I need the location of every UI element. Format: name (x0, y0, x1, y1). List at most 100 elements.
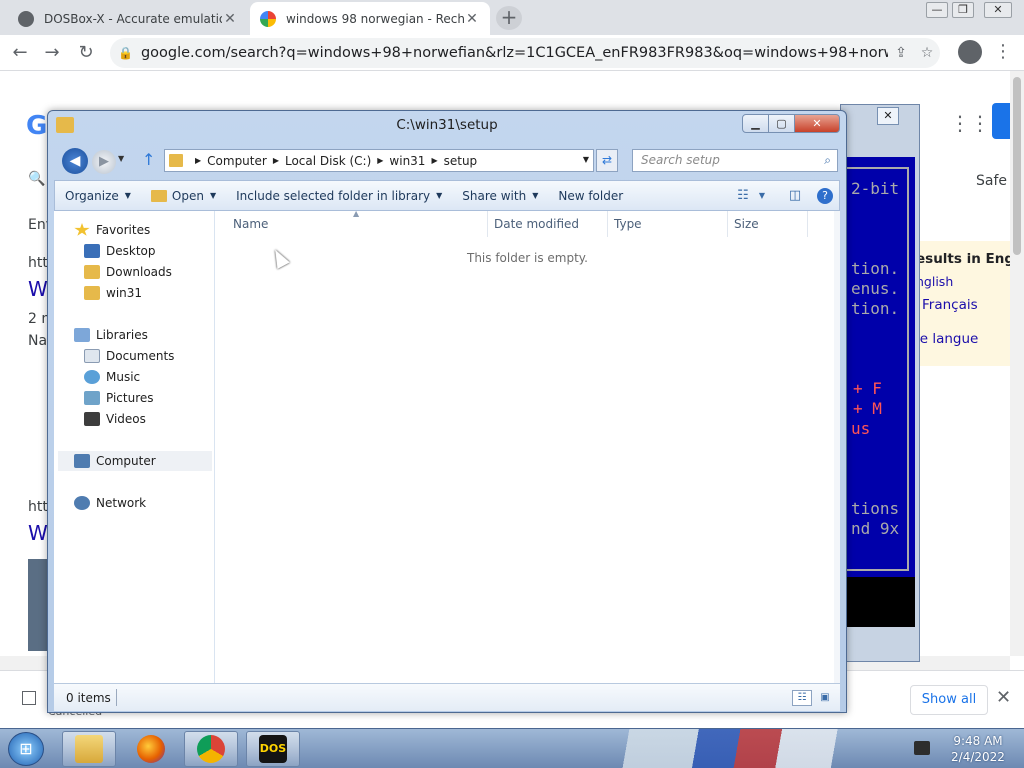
dosbox-window[interactable]: ✕ 2-bit tion. enus. tion. + F + M us tio… (840, 104, 920, 662)
language-link[interactable]: le langue (916, 331, 978, 347)
close-window-button[interactable]: ✕ (984, 2, 1012, 18)
column-divider[interactable] (487, 211, 488, 237)
new-folder-button[interactable]: New folder (548, 189, 633, 203)
up-arrow-icon[interactable]: ↑ (142, 150, 155, 169)
breadcrumb[interactable]: ▶ Computer ▶ Local Disk (C:) ▶ win31 ▶ s… (164, 149, 594, 172)
details-view-icon[interactable]: ☷ (792, 690, 812, 706)
language-link[interactable]: nglish (916, 274, 953, 289)
close-button[interactable]: ✕ (794, 114, 840, 133)
bookmark-star-icon[interactable]: ☆ (914, 45, 940, 61)
result-link[interactable]: W (28, 521, 48, 545)
address-bar[interactable]: 🔒 google.com/search?q=windows+98+norwefi… (110, 38, 940, 68)
chevron-down-icon: ▼ (124, 191, 131, 200)
sidebar-item-videos[interactable]: Videos (84, 409, 146, 429)
start-button[interactable]: ⊞ (8, 732, 44, 766)
new-tab-button[interactable]: + (496, 6, 522, 30)
network-icon (74, 496, 90, 510)
page-scrollbar[interactable] (1010, 71, 1024, 656)
search-icon[interactable]: ⌕ (824, 150, 831, 171)
show-all-button[interactable]: Show all (910, 685, 988, 715)
sidebar-item-network[interactable]: Network (74, 493, 146, 513)
sidebar-item-music[interactable]: Music (84, 367, 140, 387)
tab-google-search[interactable]: windows 98 norwegian - Recherc ✕ (250, 2, 490, 35)
apps-grid-icon[interactable]: ⋮⋮ (950, 111, 990, 135)
maximize-button[interactable]: ❐ (952, 2, 974, 18)
taskbar-explorer-button[interactable] (62, 731, 116, 767)
share-with-button[interactable]: Share with ▼ (452, 189, 548, 203)
chevron-down-icon[interactable]: ▼ (583, 155, 589, 164)
taskbar-chrome-button[interactable] (184, 731, 238, 767)
forward-arrow-icon[interactable]: → (40, 41, 64, 65)
breadcrumb-win31[interactable]: win31 (389, 154, 425, 168)
reload-icon[interactable]: ↻ (74, 41, 98, 65)
taskbar-dosbox-button[interactable]: DOS (246, 731, 300, 767)
breadcrumb-setup[interactable]: setup (444, 154, 478, 168)
breadcrumb-local-disk[interactable]: Local Disk (C:) (285, 154, 371, 168)
column-date-modified[interactable]: Date modified (494, 217, 579, 231)
include-in-library-button[interactable]: Include selected folder in library ▼ (226, 189, 452, 203)
back-arrow-icon[interactable]: ◀ (62, 148, 88, 174)
column-size[interactable]: Size (734, 217, 759, 231)
sidebar-item-libraries[interactable]: Libraries (74, 325, 148, 345)
breadcrumb-computer[interactable]: Computer (207, 154, 267, 168)
preview-pane-icon[interactable]: ◫ (783, 186, 807, 206)
open-button[interactable]: Open ▼ (141, 189, 226, 203)
network-tray-icon[interactable] (914, 741, 930, 755)
result-thumbnail[interactable] (28, 559, 48, 651)
sign-in-button[interactable] (992, 103, 1010, 139)
sidebar-item-documents[interactable]: Documents (84, 346, 174, 366)
google-logo[interactable]: G (26, 111, 47, 141)
language-link[interactable]: Français (922, 297, 978, 313)
column-name[interactable]: Name (233, 217, 268, 231)
recent-pages-dropdown-icon[interactable]: ▼ (118, 154, 124, 163)
scrollbar-thumb[interactable] (1013, 77, 1021, 255)
close-icon[interactable]: ✕ (877, 107, 899, 125)
chevron-down-icon[interactable]: ▼ (755, 186, 769, 206)
change-view-icon[interactable]: ☷ (731, 186, 755, 206)
organize-button[interactable]: Organize ▼ (55, 189, 141, 203)
sidebar-item-win31[interactable]: win31 (84, 283, 142, 303)
minimize-button[interactable]: — (926, 2, 948, 18)
taskbar-firefox-button[interactable] (124, 731, 178, 767)
chevron-right-icon[interactable]: ▶ (377, 156, 383, 165)
result-link[interactable]: W (28, 277, 48, 301)
profile-avatar[interactable] (958, 40, 982, 64)
large-icons-view-icon[interactable]: ▣ (816, 690, 834, 706)
chevron-right-icon[interactable]: ▶ (273, 156, 279, 165)
share-icon[interactable]: ⇪ (888, 45, 914, 61)
tab-dosbox-x[interactable]: DOSBox-X - Accurate emulation ✕ (8, 2, 248, 35)
close-icon[interactable]: ✕ (996, 687, 1011, 708)
sidebar-item-desktop[interactable]: Desktop (84, 241, 156, 261)
minimize-button[interactable]: ▁ (742, 114, 769, 133)
search-input[interactable]: Search setup ⌕ (632, 149, 838, 172)
chevron-right-icon[interactable]: ▶ (195, 156, 201, 165)
maximize-button[interactable]: ▢ (768, 114, 795, 133)
nav-label: Desktop (106, 244, 156, 258)
refresh-icon[interactable]: ⇄ (596, 149, 618, 172)
content-scrollbar[interactable] (834, 211, 840, 683)
globe-icon (18, 10, 34, 27)
column-divider[interactable] (727, 211, 728, 237)
dos-screen: 2-bit tion. enus. tion. + F + M us tions… (843, 157, 915, 627)
column-divider[interactable] (807, 211, 808, 237)
sidebar-item-computer[interactable]: Computer (58, 451, 212, 471)
folder-icon (150, 189, 167, 202)
chevron-right-icon[interactable]: ▶ (431, 156, 437, 165)
search-icon[interactable]: 🔍 (28, 171, 45, 187)
sidebar-item-favorites[interactable]: Favorites (74, 220, 150, 240)
sidebar-item-pictures[interactable]: Pictures (84, 388, 154, 408)
close-tab-icon[interactable]: ✕ (222, 11, 238, 27)
sidebar-item-downloads[interactable]: Downloads (84, 262, 172, 282)
help-icon[interactable]: ? (817, 188, 833, 204)
column-divider[interactable] (607, 211, 608, 237)
file-list[interactable]: ▲ Name Date modified Type Size This fold… (215, 209, 840, 683)
safesearch-label[interactable]: Safe (976, 173, 1007, 189)
system-clock[interactable]: 9:48 AM 2/4/2022 (938, 733, 1018, 765)
column-type[interactable]: Type (614, 217, 642, 231)
kebab-menu-icon[interactable]: ⋮ (994, 40, 1012, 64)
forward-arrow-icon[interactable]: ▶ (92, 150, 116, 174)
new-folder-label: New folder (558, 188, 624, 203)
google-icon (260, 10, 276, 27)
back-arrow-icon[interactable]: ← (8, 41, 32, 65)
close-tab-icon[interactable]: ✕ (464, 11, 480, 27)
